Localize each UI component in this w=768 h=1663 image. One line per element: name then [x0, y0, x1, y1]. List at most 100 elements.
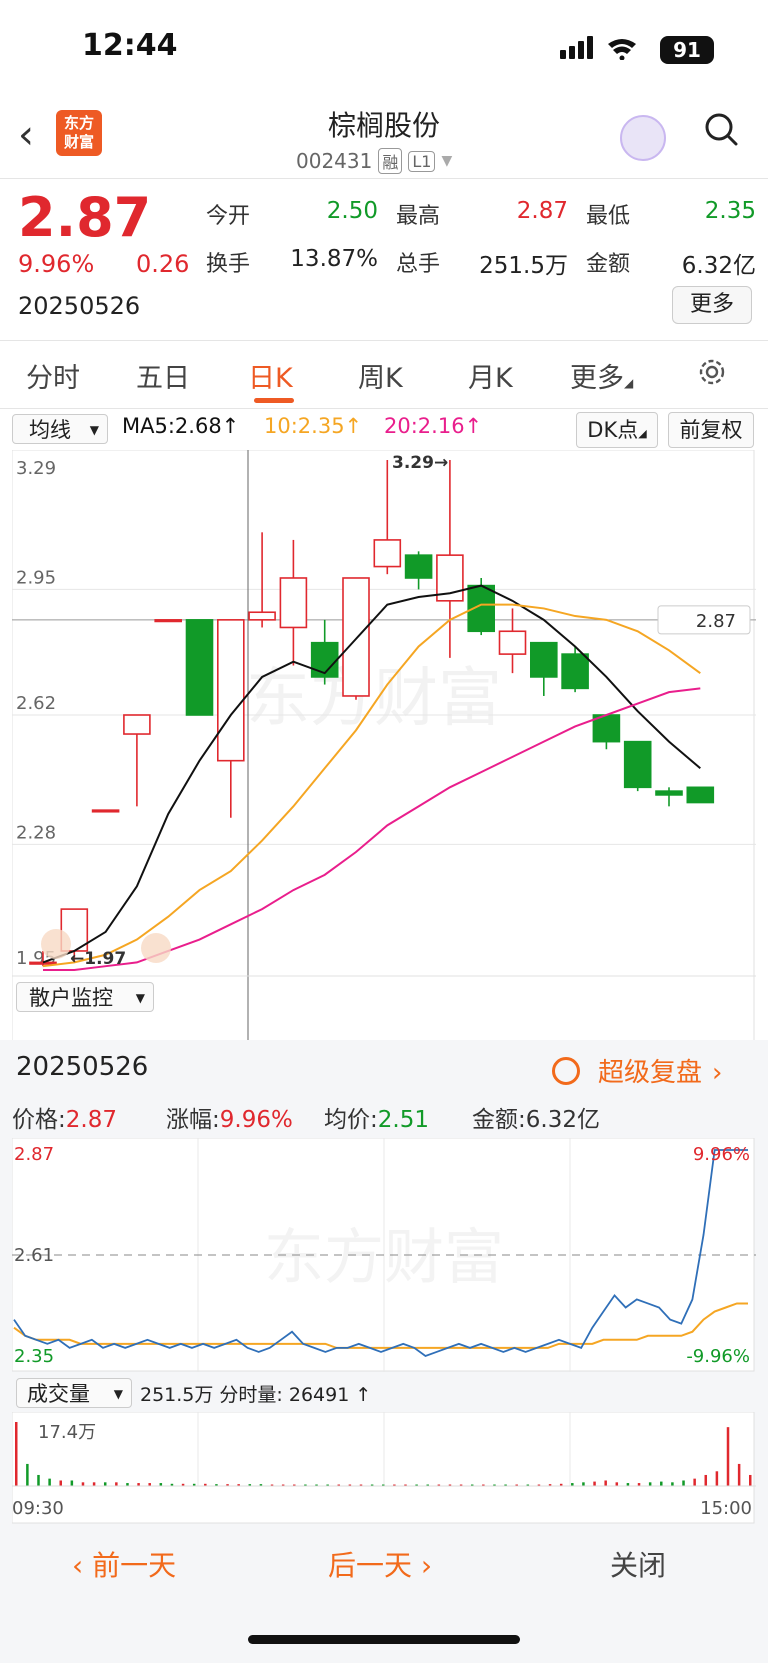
gear-icon[interactable]	[696, 356, 728, 388]
volume-bar	[693, 1478, 696, 1486]
current-price: 2.87	[18, 186, 152, 249]
battery-indicator: 91	[660, 36, 714, 64]
tab-monthly-k[interactable]: 月K	[468, 356, 513, 395]
candle-body	[248, 611, 276, 621]
candle-body	[91, 809, 120, 813]
tab-daily-k[interactable]: 日K	[248, 356, 293, 395]
y-tick-label: 2.95	[16, 567, 56, 588]
divider	[0, 178, 768, 179]
candle-body	[185, 619, 214, 716]
change-label: 涨幅:	[166, 1107, 220, 1133]
volume-bar	[92, 1482, 96, 1486]
volume-bar	[715, 1471, 719, 1486]
dk-button-label: DK点	[587, 418, 639, 442]
volume-bar	[604, 1480, 607, 1486]
super-replay-label: 超级复盘	[598, 1058, 703, 1088]
volume-bar	[70, 1480, 74, 1486]
time-end-label: 15:00	[700, 1498, 752, 1519]
volume-bar	[615, 1482, 619, 1486]
volume-indicator-select[interactable]: 成交量 ▼	[16, 1378, 132, 1408]
candle-body	[29, 961, 57, 965]
search-icon[interactable]	[704, 112, 738, 146]
signal-marker-icon	[41, 929, 71, 959]
history-icon	[552, 1056, 580, 1085]
volume-bar	[103, 1482, 107, 1486]
y-tick-label: 2.62	[16, 693, 56, 714]
home-indicator	[248, 1635, 520, 1644]
high-label: 最高	[396, 204, 441, 229]
next-day-button[interactable]: 后一天 ›	[328, 1544, 432, 1584]
intraday-price: 价格:2.87	[12, 1100, 117, 1134]
amount-value: 6.32亿	[681, 253, 756, 279]
tab-five-day[interactable]: 五日	[136, 356, 190, 395]
caret-down-icon: ▼	[89, 423, 99, 437]
volume-bar	[648, 1482, 652, 1486]
ma10-value: 10:2.35↑	[264, 414, 363, 438]
avg-label: 均价:	[324, 1107, 378, 1133]
price-label: 价格:	[12, 1107, 66, 1133]
stock-code: 002431	[296, 149, 373, 173]
forward-adjust-button[interactable]: 前复权	[668, 412, 754, 448]
stock-code-selector[interactable]: 002431 融 L1 ▼	[296, 148, 452, 174]
low-label: 最低	[586, 204, 631, 229]
candle-body	[217, 619, 245, 762]
ma5-value: MA5:2.68↑	[122, 414, 240, 438]
intraday-change: 涨幅:9.96%	[166, 1100, 293, 1134]
pct-top-label: 9.96%	[693, 1144, 750, 1165]
close-button[interactable]: 关闭	[610, 1544, 666, 1584]
volume-chart[interactable]: 17.4万 09:30 15:00	[12, 1412, 756, 1524]
amount-label: 金额:	[472, 1107, 526, 1133]
candle-body	[342, 577, 370, 697]
tab-intraday[interactable]: 分时	[26, 356, 80, 395]
candle-body	[373, 539, 402, 568]
high-value: 2.87	[516, 198, 568, 224]
avg-value: 2.51	[377, 1107, 429, 1133]
ma20-value: 20:2.16↑	[384, 414, 483, 438]
candle-body	[623, 740, 652, 789]
assistant-robot-icon[interactable]	[620, 115, 666, 161]
candle-body	[686, 786, 715, 804]
volume-bar	[37, 1474, 40, 1486]
y-top-label: 2.87	[14, 1144, 54, 1165]
caret-down-icon: ▼	[113, 1387, 123, 1401]
volume-bar	[15, 1422, 18, 1486]
y-mid-label: 2.61	[14, 1245, 54, 1266]
change-percent: 9.96%	[18, 250, 95, 278]
candle-body	[279, 577, 308, 629]
volume-bar	[115, 1482, 118, 1486]
candle-body	[123, 714, 151, 735]
ma-select-label: 均线	[29, 418, 71, 442]
volume-bar	[26, 1463, 29, 1486]
kline-chart[interactable]: 东方财富3.292.952.622.281.952.873.29→←1.97	[12, 450, 756, 1042]
more-quote-button[interactable]: 更多	[672, 286, 752, 324]
divider	[0, 408, 768, 409]
candle-body	[154, 619, 182, 623]
tab-weekly-k[interactable]: 周K	[358, 356, 403, 395]
signal-marker-icon	[141, 933, 171, 963]
chevron-right-icon: ›	[412, 1549, 433, 1582]
super-replay-button[interactable]: 超级复盘 ›	[552, 1052, 722, 1089]
volume-bar	[749, 1474, 752, 1486]
turnover-label: 换手	[206, 252, 251, 277]
change-amount: 0.26	[136, 250, 190, 278]
dk-point-button[interactable]: DK点◢	[576, 412, 658, 448]
open-value: 2.50	[326, 198, 378, 224]
level-tag: L1	[408, 150, 436, 172]
caret-icon: ◢	[638, 427, 647, 440]
candle-body	[655, 790, 683, 796]
volume-max-label: 17.4万	[38, 1422, 96, 1443]
intraday-amount: 金额:6.32亿	[472, 1100, 600, 1134]
volume-frame	[12, 1412, 755, 1524]
volume-bar	[81, 1482, 85, 1486]
prev-day-button[interactable]: ‹ 前一天	[72, 1544, 176, 1584]
ma-indicator-select[interactable]: 均线 ▼	[12, 414, 108, 444]
time-start-label: 09:30	[12, 1498, 64, 1519]
retail-monitor-select[interactable]: 散户监控 ▼	[16, 982, 154, 1012]
volume-bar	[48, 1478, 51, 1486]
tab-more[interactable]: 更多◢	[570, 356, 633, 395]
max-price-annotation: 3.29→	[392, 453, 448, 473]
price-value: 2.87	[65, 1107, 117, 1133]
intraday-chart[interactable]: 东方财富2.872.612.359.96%-9.96%	[12, 1138, 756, 1372]
prev-day-label: 前一天	[92, 1549, 177, 1582]
caret-down-icon: ▼	[135, 991, 145, 1005]
